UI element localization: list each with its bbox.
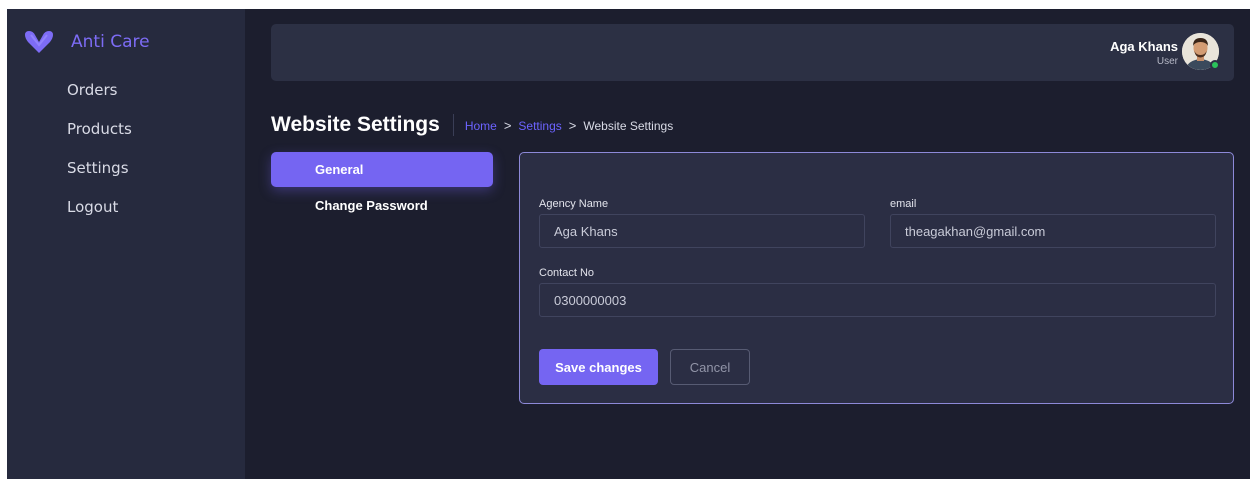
- app-window: Anti Care Orders Products Settings Logou…: [7, 9, 1250, 479]
- header-divider: [452, 114, 454, 136]
- user-role: User: [1156, 56, 1178, 67]
- breadcrumb-separator: >: [568, 117, 577, 133]
- tab-general[interactable]: General: [271, 152, 493, 187]
- v-heart-logo-icon: [24, 31, 54, 53]
- breadcrumb-home[interactable]: Home: [465, 119, 497, 133]
- sidebar-item-orders[interactable]: Orders: [67, 81, 132, 120]
- contact-no-input[interactable]: [539, 283, 1216, 317]
- sidebar-item-logout[interactable]: Logout: [67, 198, 132, 237]
- settings-form-card: Agency Name email Contact No Save change…: [519, 152, 1234, 404]
- save-changes-button[interactable]: Save changes: [539, 349, 658, 385]
- agency-name-input[interactable]: [539, 214, 865, 248]
- brand-name: Anti Care: [71, 32, 150, 52]
- sidebar: Anti Care Orders Products Settings Logou…: [7, 9, 245, 479]
- email-label: email: [890, 198, 917, 210]
- page-header: Website Settings Home > Settings > Website S…: [271, 111, 673, 139]
- topbar: Aga Khans User: [271, 24, 1234, 81]
- agency-name-label: Agency Name: [539, 198, 609, 210]
- page-title: Website Settings: [271, 113, 440, 136]
- contact-no-label: Contact No: [539, 267, 595, 279]
- user-name[interactable]: Aga Khans: [1110, 39, 1178, 54]
- breadcrumb-current: Website Settings: [583, 118, 674, 133]
- sidebar-item-settings[interactable]: Settings: [67, 159, 132, 198]
- sidebar-nav: Orders Products Settings Logout: [67, 81, 132, 237]
- sidebar-item-products[interactable]: Products: [67, 120, 132, 159]
- breadcrumb-settings[interactable]: Settings: [518, 119, 561, 133]
- tab-change-password[interactable]: Change Password: [271, 188, 493, 223]
- online-status-dot: [1210, 60, 1220, 70]
- breadcrumb: Home > Settings > Website Settings: [465, 118, 673, 133]
- cancel-button[interactable]: Cancel: [670, 349, 750, 385]
- breadcrumb-separator: >: [503, 117, 512, 133]
- email-field[interactable]: [890, 214, 1216, 248]
- brand[interactable]: Anti Care: [24, 31, 150, 53]
